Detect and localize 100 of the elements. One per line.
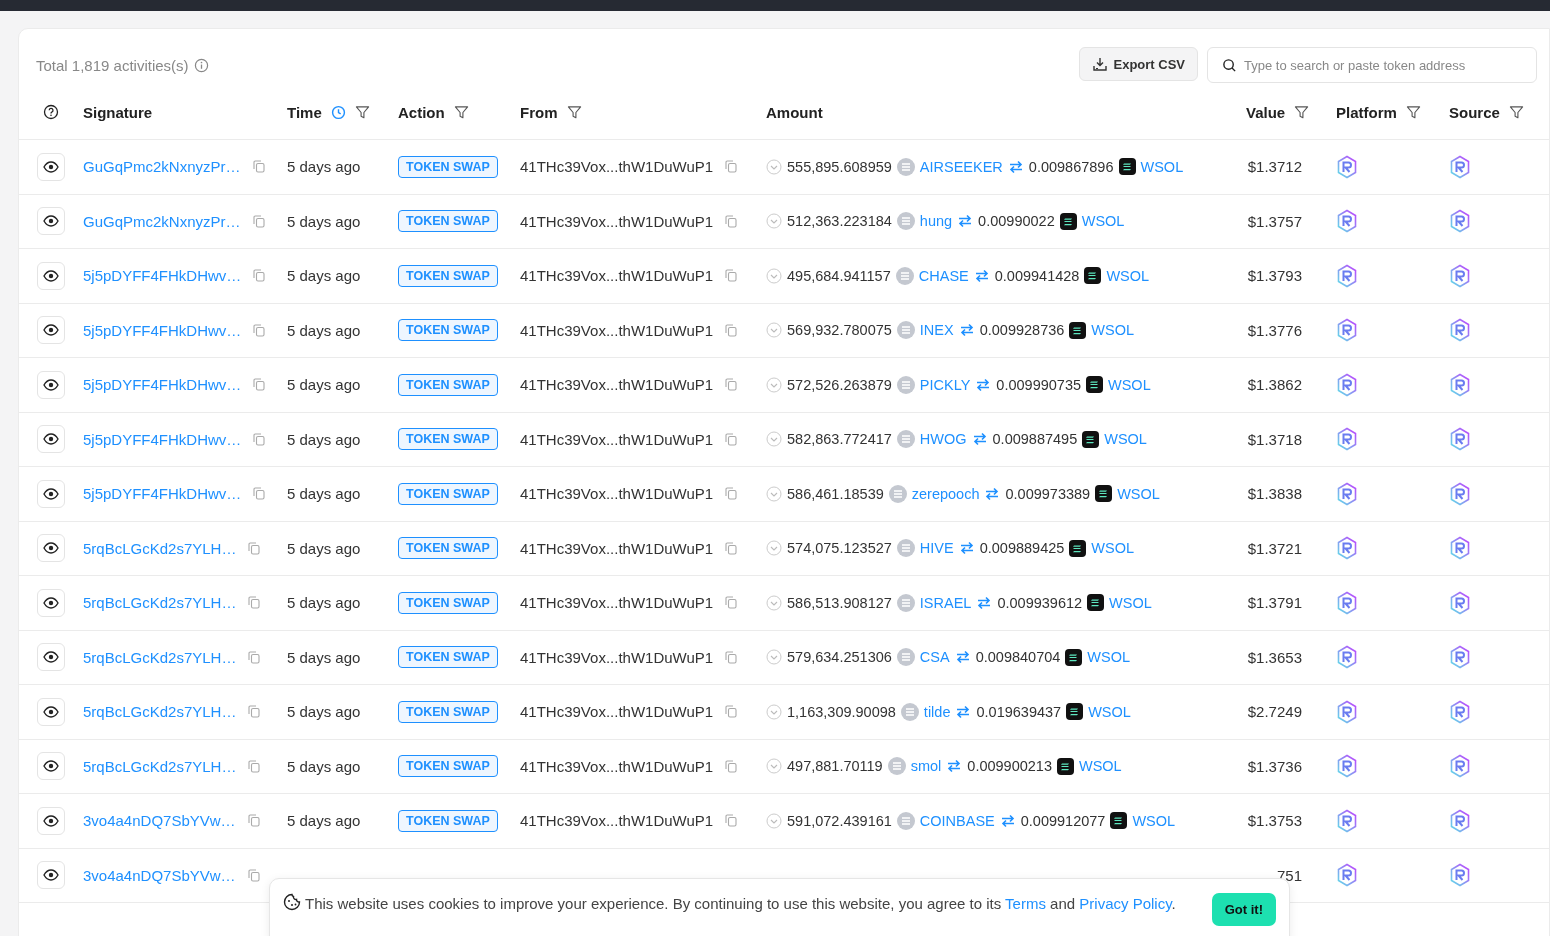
copy-icon[interactable] bbox=[247, 868, 260, 882]
copy-icon[interactable] bbox=[725, 432, 738, 446]
from-address[interactable]: 41THc39Vox...thW1DuWuP1 bbox=[520, 376, 714, 394]
token-link[interactable]: AIRSEEKER bbox=[919, 158, 1003, 175]
terms-link[interactable]: Terms bbox=[1005, 895, 1046, 912]
from-address[interactable]: 41THc39Vox...thW1DuWuP1 bbox=[520, 430, 714, 448]
expand-icon[interactable] bbox=[766, 812, 782, 829]
token-link[interactable]: smol bbox=[910, 758, 942, 775]
signature-link[interactable]: 5j5pDYFF4FHkDHwv… bbox=[83, 267, 242, 285]
token-link[interactable]: ISRAEL bbox=[919, 594, 972, 611]
signature-link[interactable]: 5rqBcLGcKd2s7YLH… bbox=[83, 539, 237, 557]
signature-link[interactable]: 5rqBcLGcKd2s7YLH… bbox=[83, 757, 237, 775]
copy-icon[interactable] bbox=[253, 378, 266, 392]
copy-icon[interactable] bbox=[247, 814, 260, 828]
expand-icon[interactable] bbox=[766, 703, 782, 720]
view-button[interactable] bbox=[37, 643, 65, 672]
expand-icon[interactable] bbox=[766, 213, 782, 230]
copy-icon[interactable] bbox=[725, 378, 738, 392]
copy-icon[interactable] bbox=[725, 650, 738, 664]
from-address[interactable]: 41THc39Vox...thW1DuWuP1 bbox=[520, 594, 714, 612]
filter-icon[interactable] bbox=[1294, 104, 1310, 120]
from-address[interactable]: 41THc39Vox...thW1DuWuP1 bbox=[520, 267, 714, 285]
copy-icon[interactable] bbox=[725, 541, 738, 555]
signature-link[interactable]: 5rqBcLGcKd2s7YLH… bbox=[83, 648, 237, 666]
signature-link[interactable]: GuGqPmc2kNxnyzPr… bbox=[83, 212, 241, 230]
token-link[interactable]: WSOL bbox=[1108, 376, 1151, 393]
token-link[interactable]: zerepooch bbox=[911, 485, 980, 502]
signature-link[interactable]: 5j5pDYFF4FHkDHwv… bbox=[83, 321, 242, 339]
token-link[interactable]: WSOL bbox=[1140, 158, 1184, 175]
copy-icon[interactable] bbox=[253, 487, 266, 501]
token-link[interactable]: hung bbox=[919, 213, 953, 230]
copy-icon[interactable] bbox=[252, 214, 265, 228]
from-address[interactable]: 41THc39Vox...thW1DuWuP1 bbox=[520, 757, 714, 775]
expand-icon[interactable] bbox=[766, 158, 782, 175]
expand-icon[interactable] bbox=[766, 758, 782, 775]
token-link[interactable]: HIVE bbox=[919, 540, 954, 557]
signature-link[interactable]: 5rqBcLGcKd2s7YLH… bbox=[83, 594, 237, 612]
expand-icon[interactable] bbox=[766, 431, 782, 448]
expand-icon[interactable] bbox=[766, 649, 782, 666]
copy-icon[interactable] bbox=[253, 269, 266, 283]
copy-icon[interactable] bbox=[725, 269, 738, 283]
view-button[interactable] bbox=[37, 588, 65, 617]
copy-icon[interactable] bbox=[725, 759, 738, 773]
from-address[interactable]: 41THc39Vox...thW1DuWuP1 bbox=[520, 485, 714, 503]
view-button[interactable] bbox=[37, 752, 65, 781]
view-button[interactable] bbox=[37, 534, 65, 563]
expand-icon[interactable] bbox=[766, 376, 782, 393]
clock-icon[interactable] bbox=[330, 104, 346, 120]
token-link[interactable]: CSA bbox=[919, 649, 950, 666]
token-link[interactable]: WSOL bbox=[1091, 540, 1135, 557]
copy-icon[interactable] bbox=[248, 759, 261, 773]
filter-icon[interactable] bbox=[1508, 104, 1524, 120]
view-button[interactable] bbox=[37, 806, 65, 835]
token-link[interactable]: WSOL bbox=[1088, 703, 1131, 720]
accept-button[interactable]: Got it! bbox=[1211, 893, 1276, 926]
view-button[interactable] bbox=[37, 370, 65, 399]
token-link[interactable]: WSOL bbox=[1109, 594, 1152, 611]
filter-icon[interactable] bbox=[453, 104, 469, 120]
expand-icon[interactable] bbox=[766, 485, 782, 502]
copy-icon[interactable] bbox=[248, 541, 261, 555]
view-button[interactable] bbox=[37, 261, 65, 290]
view-button[interactable] bbox=[37, 697, 65, 726]
copy-icon[interactable] bbox=[253, 323, 266, 337]
token-link[interactable]: WSOL bbox=[1091, 322, 1135, 339]
copy-icon[interactable] bbox=[248, 705, 261, 719]
signature-link[interactable]: 5j5pDYFF4FHkDHwv… bbox=[83, 485, 242, 503]
copy-icon[interactable] bbox=[248, 596, 261, 610]
token-link[interactable]: COINBASE bbox=[919, 812, 995, 829]
expand-icon[interactable] bbox=[766, 594, 782, 611]
view-button[interactable] bbox=[37, 425, 65, 454]
signature-link[interactable]: 3vo4a4nDQ7SbYVw… bbox=[83, 812, 236, 830]
copy-icon[interactable] bbox=[725, 814, 738, 828]
copy-icon[interactable] bbox=[725, 596, 738, 610]
token-link[interactable]: WSOL bbox=[1079, 758, 1122, 775]
from-address[interactable]: 41THc39Vox...thW1DuWuP1 bbox=[520, 648, 714, 666]
from-address[interactable]: 41THc39Vox...thW1DuWuP1 bbox=[520, 539, 714, 557]
view-button[interactable] bbox=[37, 479, 65, 508]
view-button[interactable] bbox=[37, 861, 65, 890]
search-field[interactable]: Type to search or paste token address bbox=[1207, 47, 1537, 83]
token-link[interactable]: WSOL bbox=[1104, 431, 1147, 448]
token-link[interactable]: PICKLY bbox=[919, 376, 971, 393]
from-address[interactable]: 41THc39Vox...thW1DuWuP1 bbox=[520, 321, 714, 339]
expand-icon[interactable] bbox=[766, 267, 782, 284]
copy-icon[interactable] bbox=[253, 432, 266, 446]
copy-icon[interactable] bbox=[725, 160, 738, 174]
filter-icon[interactable] bbox=[566, 104, 582, 120]
token-link[interactable]: CHASE bbox=[918, 267, 969, 284]
filter-icon[interactable] bbox=[1405, 104, 1421, 120]
copy-icon[interactable] bbox=[725, 487, 738, 501]
signature-link[interactable]: 5j5pDYFF4FHkDHwv… bbox=[83, 376, 242, 394]
copy-icon[interactable] bbox=[252, 160, 265, 174]
token-link[interactable]: WSOL bbox=[1117, 485, 1160, 502]
token-link[interactable]: WSOL bbox=[1087, 649, 1131, 666]
copy-icon[interactable] bbox=[725, 323, 738, 337]
from-address[interactable]: 41THc39Vox...thW1DuWuP1 bbox=[520, 212, 714, 230]
token-link[interactable]: WSOL bbox=[1081, 213, 1125, 230]
signature-link[interactable]: 3vo4a4nDQ7SbYVw… bbox=[83, 866, 236, 884]
view-button[interactable] bbox=[37, 316, 65, 345]
copy-icon[interactable] bbox=[248, 650, 261, 664]
token-link[interactable]: HWOG bbox=[919, 431, 967, 448]
